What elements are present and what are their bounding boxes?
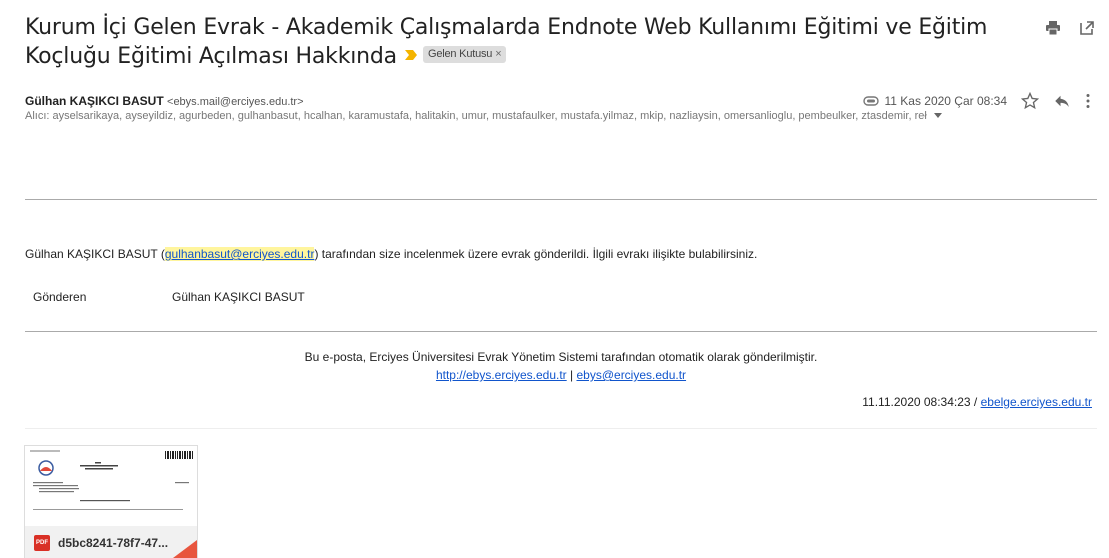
attachment-filename: d5bc8241-78f7-47... (58, 535, 169, 550)
attachment-card[interactable]: PDF d5bc8241-78f7-47... (24, 445, 198, 558)
footer-notice: Bu e-posta, Erciyes Üniversitesi Evrak Y… (25, 348, 1097, 384)
reply-icon[interactable] (1053, 92, 1071, 110)
sender-email-link[interactable]: gulhanbasut@erciyes.edu.tr (164, 247, 315, 261)
sender-line: Gülhan KAŞIKCI BASUT <ebys.mail@erciyes.… (25, 94, 304, 108)
label-chip-inbox[interactable]: Gelen Kutusu × (422, 45, 507, 63)
sender-email: <ebys.mail@erciyes.edu.tr> (167, 96, 304, 108)
intro-text-before: Gülhan KAŞIKCI BASUT ( (25, 247, 165, 261)
message-meta: 11 Kas 2020 Çar 08:34 (863, 92, 1091, 110)
ebelge-link[interactable]: ebelge.erciyes.edu.tr (981, 395, 1092, 409)
footer-link-separator: | (566, 368, 577, 382)
star-icon[interactable] (1021, 92, 1039, 110)
pdf-icon: PDF (34, 534, 50, 551)
sender-row-label: Gönderen (33, 290, 87, 304)
subject-title: Kurum İçi Gelen Evrak - Akademik Çalışma… (25, 15, 988, 69)
divider (25, 199, 1097, 200)
divider (25, 331, 1097, 332)
label-remove-button[interactable]: × (495, 48, 501, 60)
ebys-email-link[interactable]: ebys@erciyes.edu.tr (576, 368, 686, 382)
attachment-icon (863, 96, 880, 106)
recipients-list: Alıcı: ayselsarikaya, ayseyildiz, agurbe… (25, 110, 927, 122)
divider (25, 428, 1097, 429)
label-chip-text: Gelen Kutusu (427, 47, 493, 60)
more-vert-icon[interactable] (1085, 93, 1091, 109)
recipients-line: Alıcı: ayselsarikaya, ayseyildiz, agurbe… (25, 110, 942, 122)
dropdown-arrow-icon[interactable] (933, 113, 942, 119)
footer-timestamp: 11.11.2020 08:34:23 / ebelge.erciyes.edu… (862, 395, 1092, 409)
footer-notice-text: Bu e-posta, Erciyes Üniversitesi Evrak Y… (304, 350, 818, 364)
intro-text-after: ) tarafından size incelenmek üzere evrak… (314, 247, 758, 261)
message-date-wrap: 11 Kas 2020 Çar 08:34 (863, 94, 1007, 108)
page-fold-decoration (173, 540, 197, 558)
important-marker-icon[interactable] (404, 50, 417, 60)
ebys-website-link[interactable]: http://ebys.erciyes.edu.tr (436, 368, 567, 382)
footer-links: http://ebys.erciyes.edu.tr | ebys@erciye… (25, 366, 1097, 384)
email-subject: Kurum İçi Gelen Evrak - Akademik Çalışma… (25, 13, 1015, 71)
body-intro: Gülhan KAŞIKCI BASUT (gulhanbasut@erciye… (25, 247, 757, 261)
timestamp-text: 11.11.2020 08:34:23 / (862, 395, 981, 409)
attachment-preview (25, 446, 197, 526)
print-icon[interactable] (1045, 20, 1061, 36)
sender-name[interactable]: Gülhan KAŞIKCI BASUT (25, 94, 164, 108)
message-date: 11 Kas 2020 Çar 08:34 (884, 94, 1007, 108)
open-in-new-window-icon[interactable] (1079, 20, 1095, 36)
sender-row-value: Gülhan KAŞIKCI BASUT (172, 290, 305, 304)
top-actions (1045, 20, 1095, 36)
